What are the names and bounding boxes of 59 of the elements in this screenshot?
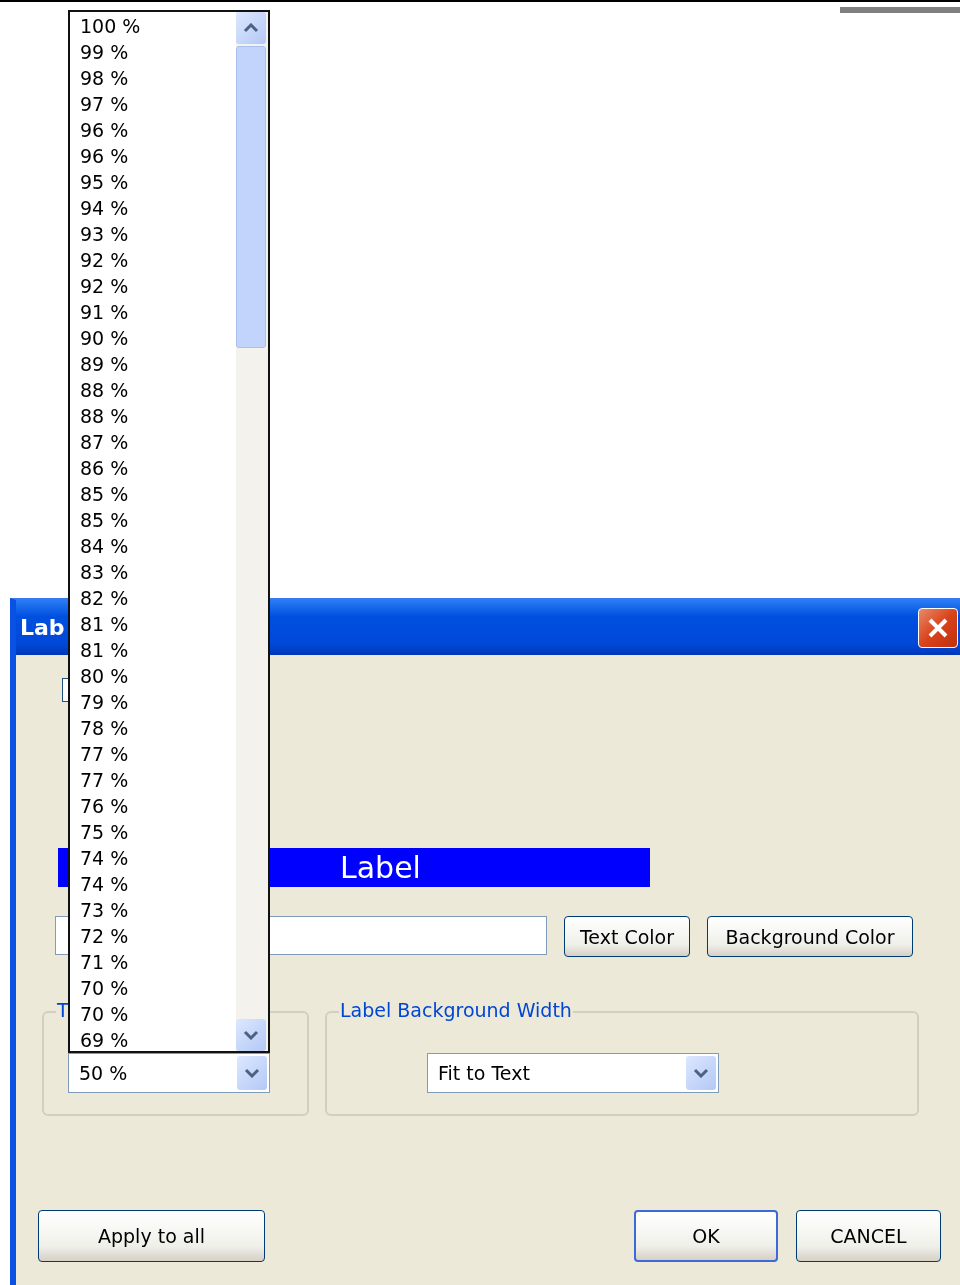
list-item[interactable]: 84 %: [70, 533, 236, 559]
chevron-down-icon: [693, 1068, 709, 1078]
list-item[interactable]: 80 %: [70, 663, 236, 689]
list-item[interactable]: 73 %: [70, 897, 236, 923]
color-button[interactable]: Text Color: [564, 916, 690, 957]
scroll-down-button[interactable]: [236, 1019, 266, 1051]
list-item[interactable]: 99 %: [70, 39, 236, 65]
list-item[interactable]: 88 %: [70, 377, 236, 403]
color-button[interactable]: Background Color: [707, 916, 913, 957]
group-label: Label Background Width: [339, 999, 573, 1021]
list-item[interactable]: 70 %: [70, 1001, 236, 1027]
list-item[interactable]: 78 %: [70, 715, 236, 741]
apply-button[interactable]: Apply to all: [38, 1210, 265, 1262]
list-item[interactable]: 69 %: [70, 1027, 236, 1053]
list-item[interactable]: 100 %: [70, 13, 236, 39]
list-item[interactable]: 92 %: [70, 247, 236, 273]
list-item[interactable]: 95 %: [70, 169, 236, 195]
dropdown[interactable]: Fit to Text: [427, 1053, 719, 1093]
scroll-up-button[interactable]: [236, 12, 266, 44]
dialog-button[interactable]: CANCEL: [796, 1210, 941, 1262]
list-item[interactable]: 97 %: [70, 91, 236, 117]
list-item[interactable]: 90 %: [70, 325, 236, 351]
list-item[interactable]: 96 %: [70, 117, 236, 143]
list-item[interactable]: 72 %: [70, 923, 236, 949]
list-item[interactable]: 85 %: [70, 507, 236, 533]
list-item[interactable]: 94 %: [70, 195, 236, 221]
list-item[interactable]: 81 %: [70, 637, 236, 663]
list-item[interactable]: 75 %: [70, 819, 236, 845]
list-item[interactable]: 98 %: [70, 65, 236, 91]
list-item[interactable]: 86 %: [70, 455, 236, 481]
list-item[interactable]: 70 %: [70, 975, 236, 1001]
list-item[interactable]: 96 %: [70, 143, 236, 169]
list-item[interactable]: 71 %: [70, 949, 236, 975]
list-item[interactable]: 87 %: [70, 429, 236, 455]
list-item[interactable]: 92 %: [70, 273, 236, 299]
scroll-thumb[interactable]: [236, 46, 266, 348]
list-item[interactable]: 74 %: [70, 845, 236, 871]
list-item[interactable]: 74 %: [70, 871, 236, 897]
list-item[interactable]: 79 %: [70, 689, 236, 715]
list-item[interactable]: 81 %: [70, 611, 236, 637]
list-item[interactable]: 83 %: [70, 559, 236, 585]
list-item[interactable]: 93 %: [70, 221, 236, 247]
preview-text: Label: [340, 850, 421, 885]
close-button[interactable]: [918, 607, 958, 648]
list-item[interactable]: 89 %: [70, 351, 236, 377]
list-item[interactable]: 77 %: [70, 767, 236, 793]
chevron-up-icon: [243, 23, 259, 33]
list-item[interactable]: 82 %: [70, 585, 236, 611]
dialog-button[interactable]: OK: [634, 1210, 778, 1262]
dropdown[interactable]: 50 %: [68, 1053, 270, 1093]
close-icon: [927, 616, 949, 639]
list-item[interactable]: 76 %: [70, 793, 236, 819]
list-item[interactable]: 85 %: [70, 481, 236, 507]
list-item[interactable]: 77 %: [70, 741, 236, 767]
chevron-down-icon: [243, 1030, 259, 1040]
chevron-down-icon: [244, 1068, 260, 1078]
list-item[interactable]: 91 %: [70, 299, 236, 325]
list-item[interactable]: 88 %: [70, 403, 236, 429]
window-title: Lab: [20, 615, 65, 640]
